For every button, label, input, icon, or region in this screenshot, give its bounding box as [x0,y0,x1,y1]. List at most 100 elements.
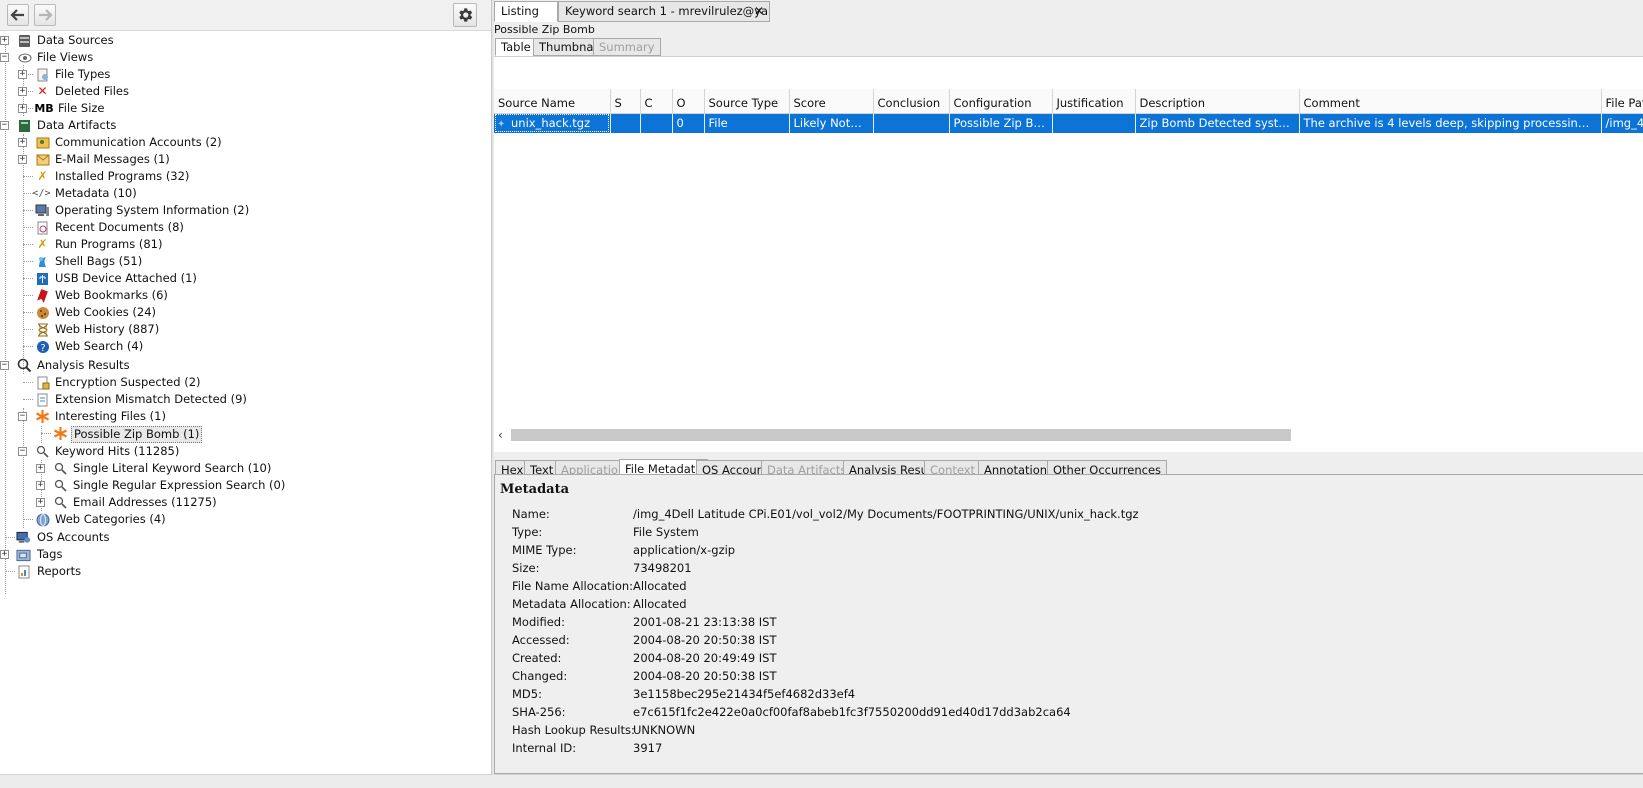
tab-table[interactable]: Table [495,38,537,56]
tree-label-run-programs[interactable]: Run Programs (81) [53,236,164,253]
collapse-icon[interactable]: − [0,121,9,130]
tree-label-single-regex[interactable]: Single Regular Expression Search (0) [71,477,287,494]
tree-node-shell-bags[interactable]: Shell Bags (51) [0,253,491,270]
column-header[interactable]: S [610,89,641,114]
cell-source-name[interactable]: ✦ unix_hack.tgz [494,113,611,133]
tree-label-data-artifacts[interactable]: Data Artifacts [35,117,118,134]
expand-icon[interactable]: + [0,550,9,559]
tree-node-possible-zip-bomb[interactable]: Possible Zip Bomb (1) [0,425,491,443]
tree-label-os-accounts[interactable]: OS Accounts [35,529,111,546]
tree-label-file-size[interactable]: File Size [56,100,107,117]
expand-icon[interactable]: + [18,87,27,96]
tree-node-data-artifacts[interactable]: − Data Artifacts [0,117,491,134]
tree-label-usb-device-attached[interactable]: USB Device Attached (1) [53,270,199,287]
tree-node-extension-mismatch[interactable]: Extension Mismatch Detected (9) [0,391,491,408]
tree-label-metadata[interactable]: Metadata (10) [53,185,139,202]
settings-button[interactable] [453,3,477,27]
tree-node-os-information[interactable]: Operating System Information (2) [0,202,491,219]
tree-node-interesting-files[interactable]: − Interesting Files (1) [0,408,491,425]
tree-label-extension-mismatch[interactable]: Extension Mismatch Detected (9) [53,391,249,408]
tree-node-file-views[interactable]: − File Views [0,49,491,66]
tree-label-tags[interactable]: Tags [35,546,64,563]
tree-label-os-information[interactable]: Operating System Information (2) [53,202,251,219]
column-header[interactable]: C [640,89,673,114]
expand-icon[interactable]: + [36,464,45,473]
tree-node-installed-programs[interactable]: ✗ Installed Programs (32) [0,168,491,185]
column-header[interactable]: Description [1135,89,1300,114]
tree-node-single-regex[interactable]: + Single Regular Expression Search (0) [0,477,491,494]
column-header[interactable]: Justification [1052,89,1136,114]
tree-label-interesting-files[interactable]: Interesting Files (1) [53,408,168,425]
tree-node-analysis-results[interactable]: − Analysis Results [0,357,491,374]
cell-o[interactable]: 0 [672,113,705,133]
tree-label-email-messages[interactable]: E-Mail Messages (1) [53,151,172,168]
column-header[interactable]: Comment [1299,89,1602,114]
expand-icon[interactable]: + [18,138,27,147]
tree-label-shell-bags[interactable]: Shell Bags (51) [53,253,144,270]
cell-score[interactable]: Likely Notable [789,113,874,133]
tree-label-email-addresses[interactable]: Email Addresses (11275) [71,494,219,511]
tree-node-deleted-files[interactable]: + ✕ Deleted Files [0,83,491,100]
close-icon[interactable]: ✕ [754,2,764,21]
tree-node-web-categories[interactable]: Web Categories (4) [0,511,491,528]
cell-s[interactable] [610,113,641,133]
tree-node-reports[interactable]: Reports [0,563,491,580]
tree-node-web-search[interactable]: ? Web Search (4) [0,338,491,355]
tree-label-web-categories[interactable]: Web Categories (4) [53,511,168,528]
tree-node-run-programs[interactable]: ✗ Run Programs (81) [0,236,491,253]
tree-node-tags[interactable]: + Tags [0,546,491,563]
tree-label-web-history[interactable]: Web History (887) [53,321,161,338]
tree-label-reports[interactable]: Reports [35,563,83,580]
chevron-left-icon[interactable]: ‹ [498,427,503,443]
tree-label-possible-zip-bomb[interactable]: Possible Zip Bomb (1) [71,426,203,443]
expand-icon[interactable]: + [36,498,45,507]
tree-node-web-bookmarks[interactable]: Web Bookmarks (6) [0,287,491,304]
expand-icon[interactable]: + [0,36,9,45]
tree-label-data-sources[interactable]: Data Sources [35,32,116,49]
tree-node-web-cookies[interactable]: Web Cookies (24) [0,304,491,321]
tree-node-data-sources[interactable]: + Data Sources [0,32,491,49]
column-header[interactable]: Configuration [949,89,1053,114]
tree-node-file-types[interactable]: + File Types [0,66,491,83]
cell-source-type[interactable]: File [704,113,790,133]
tree-node-recent-documents[interactable]: Recent Documents (8) [0,219,491,236]
column-header[interactable]: Score [789,89,874,114]
collapse-icon[interactable]: − [0,361,9,370]
tree-label-analysis-results[interactable]: Analysis Results [35,357,132,374]
collapse-icon[interactable]: − [0,53,9,62]
tree-label-file-views[interactable]: File Views [35,49,95,66]
cell-conclusion[interactable] [873,113,950,133]
expand-icon[interactable]: + [18,104,27,113]
column-header[interactable]: File Path [1601,89,1643,114]
column-header[interactable]: O [672,89,705,114]
tree-node-communication-accounts[interactable]: + Communication Accounts (2) [0,134,491,151]
column-header[interactable]: Source Name [494,89,611,114]
tree-label-single-literal-keyword[interactable]: Single Literal Keyword Search (10) [71,460,273,477]
tree-label-file-types[interactable]: File Types [53,66,112,83]
cell-description[interactable]: Zip Bomb Detected system.tgz [1135,113,1300,133]
tree-node-os-accounts[interactable]: OS Accounts [0,529,491,546]
back-button[interactable] [7,4,29,26]
tree-node-single-literal-keyword[interactable]: + Single Literal Keyword Search (10) [0,460,491,477]
cell-comment[interactable]: The archive is 4 levels deep, skipping p… [1299,113,1602,133]
column-header[interactable]: Conclusion [873,89,950,114]
tree-node-email-messages[interactable]: + E-Mail Messages (1) [0,151,491,168]
column-header[interactable]: Source Type [704,89,790,114]
tree-node-keyword-hits[interactable]: − Keyword Hits (11285) [0,443,491,460]
tree-node-metadata[interactable]: </> Metadata (10) [0,185,491,202]
tree-label-recent-documents[interactable]: Recent Documents (8) [53,219,186,236]
tree-label-keyword-hits[interactable]: Keyword Hits (11285) [53,443,181,460]
tree-label-web-search[interactable]: Web Search (4) [53,338,145,355]
expand-icon[interactable]: + [36,481,45,490]
tree-node-email-addresses[interactable]: + Email Addresses (11275) [0,494,491,511]
tree-label-deleted-files[interactable]: Deleted Files [53,83,131,100]
cell-file-path[interactable]: /img_4De [1601,113,1643,133]
tree-label-web-cookies[interactable]: Web Cookies (24) [53,304,158,321]
collapse-icon[interactable]: − [18,447,27,456]
tree-label-web-bookmarks[interactable]: Web Bookmarks (6) [53,287,170,304]
cell-justification[interactable] [1052,113,1136,133]
tree-label-communication-accounts[interactable]: Communication Accounts (2) [53,134,224,151]
tree-node-encryption-suspected[interactable]: Encryption Suspected (2) [0,374,491,391]
table-row[interactable]: ✦ unix_hack.tgz 0 File Likely Notable Pos… [494,113,1643,133]
cell-configuration[interactable]: Possible Zip Bomb [949,113,1053,133]
